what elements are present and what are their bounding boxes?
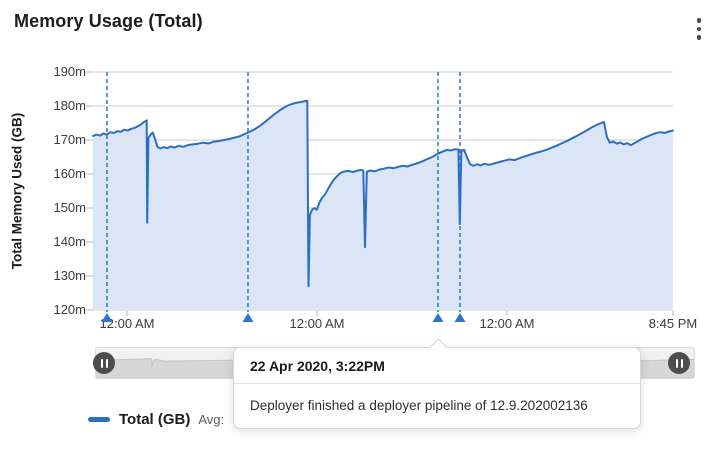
- pause-bar: [100, 358, 103, 368]
- legend-avg-label: Avg:: [198, 412, 225, 427]
- legend-label: Total (GB): [119, 411, 191, 428]
- slider-left-handle-icon[interactable]: [93, 352, 115, 374]
- annotation-marker-icon[interactable]: [432, 313, 444, 322]
- pause-bar: [675, 358, 678, 368]
- pause-bar: [105, 358, 108, 368]
- annotation-marker-icon[interactable]: [242, 313, 254, 322]
- annotation-marker-icon[interactable]: [454, 313, 466, 322]
- pause-bar: [680, 358, 683, 368]
- legend-item-total[interactable]: Total (GB) Avg:: [88, 411, 224, 428]
- tooltip-message: Deployer finished a deployer pipeline of…: [250, 398, 588, 413]
- memory-usage-chart[interactable]: [0, 0, 720, 340]
- legend-swatch: [88, 417, 110, 422]
- annotation-tooltip: 22 Apr 2020, 3:22PM Deployer finished a …: [233, 338, 641, 429]
- memory-usage-panel: Memory Usage (Total) Total Memory Used (…: [0, 0, 720, 455]
- slider-right-handle-icon[interactable]: [668, 352, 690, 374]
- series-area: [93, 100, 673, 311]
- annotation-marker-icon[interactable]: [101, 313, 113, 322]
